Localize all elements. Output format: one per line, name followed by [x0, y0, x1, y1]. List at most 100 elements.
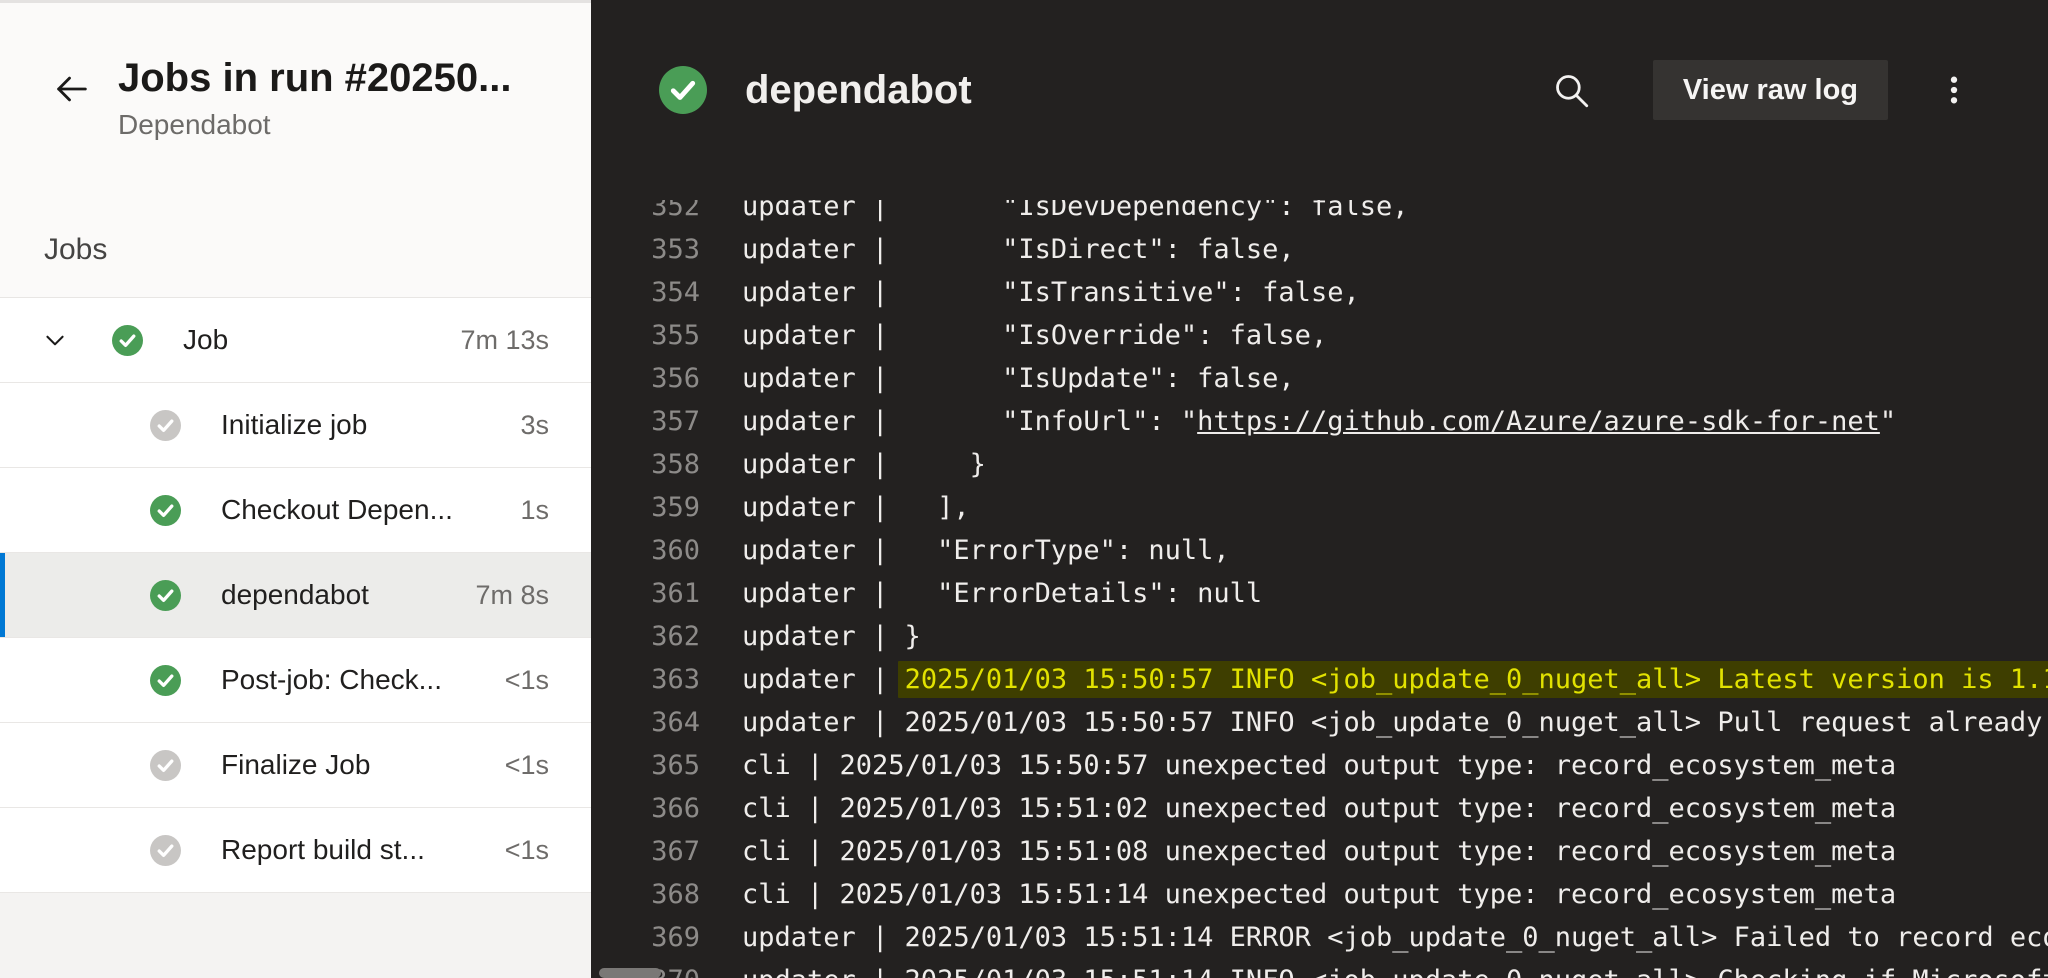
log-line: 364 updater | 2025/01/03 15:50:57 INFO <…: [591, 701, 2048, 744]
log-text: updater | 2025/01/03 15:51:14 INFO <job_…: [742, 959, 2048, 978]
log-text: updater | }: [742, 621, 921, 652]
status-success-icon: [150, 579, 181, 611]
line-number[interactable]: 352: [591, 200, 700, 228]
search-highlight: 2025/01/03 15:50:57 INFO <job_update_0_n…: [897, 661, 2048, 698]
log-link[interactable]: https://github.com/Azure/azure-sdk-for-n…: [1197, 406, 1880, 437]
back-arrow-icon: [52, 69, 92, 109]
log-text: updater | 2025/01/03 15:50:57 INFO <job_…: [742, 658, 2048, 701]
line-number[interactable]: 354: [591, 271, 700, 314]
log-line: 357 updater | "InfoUrl": "https://github…: [591, 400, 2048, 443]
log-line: 354 updater | "IsTransitive": false,: [591, 271, 2048, 314]
step-label: Job: [183, 324, 229, 355]
line-number[interactable]: 363: [591, 658, 700, 701]
step-label: Finalize Job: [221, 749, 371, 780]
log-text: updater | "InfoUrl": "https://github.com…: [742, 406, 1897, 437]
run-title: Jobs in run #20250...: [118, 56, 512, 100]
log-line: 352 updater | "IsDevDependency": false,: [591, 200, 2048, 228]
sidebar-item-checkout-depen[interactable]: Checkout Depen... 1s: [0, 468, 591, 553]
search-button[interactable]: [1547, 66, 1595, 114]
log-line: 365 cli | 2025/01/03 15:50:57 unexpected…: [591, 744, 2048, 787]
more-actions-button[interactable]: [1930, 66, 1978, 114]
status-success-icon: [150, 494, 181, 526]
status-neutral-icon: [150, 749, 181, 781]
log-line: 355 updater | "IsOverride": false,: [591, 314, 2048, 357]
line-number[interactable]: 360: [591, 529, 700, 572]
log-line: 362 updater | }: [591, 615, 2048, 658]
job-step-list: Job 7m 13s Initialize job 3s Checkout De…: [0, 298, 591, 893]
step-label: Initialize job: [221, 409, 368, 440]
line-number[interactable]: 358: [591, 443, 700, 486]
line-number[interactable]: 359: [591, 486, 700, 529]
kebab-menu-icon: [1935, 71, 1973, 109]
back-button[interactable]: [50, 67, 94, 111]
line-number[interactable]: 367: [591, 830, 700, 873]
log-text: updater | "IsDevDependency": false,: [742, 200, 1409, 222]
status-success-icon: [150, 664, 181, 696]
log-text: updater | 2025/01/03 15:51:14 ERROR <job…: [742, 922, 2048, 953]
log-text: updater | }: [742, 449, 986, 480]
log-text: cli | 2025/01/03 15:51:02 unexpected out…: [742, 793, 1897, 824]
log-line: 370 updater | 2025/01/03 15:51:14 INFO <…: [591, 959, 2048, 978]
step-duration: 1s: [520, 494, 549, 525]
step-duration: <1s: [504, 834, 549, 865]
step-label: Checkout Depen...: [221, 494, 453, 525]
line-number[interactable]: 369: [591, 916, 700, 959]
status-neutral-icon: [150, 409, 181, 441]
view-raw-log-button[interactable]: View raw log: [1652, 60, 1888, 120]
log-line: 369 updater | 2025/01/03 15:51:14 ERROR …: [591, 916, 2048, 959]
line-number[interactable]: 362: [591, 615, 700, 658]
step-label: Report build st...: [221, 834, 425, 865]
log-line: 363 updater | 2025/01/03 15:50:57 INFO <…: [591, 658, 2048, 701]
log-line: 361 updater | "ErrorDetails": null: [591, 572, 2048, 615]
chevron-down-icon[interactable]: [42, 327, 68, 353]
search-icon: [1550, 69, 1592, 111]
log-text: updater | "ErrorDetails": null: [742, 578, 1263, 609]
log-text: updater | "ErrorType": null,: [742, 535, 1230, 566]
log-line: 356 updater | "IsUpdate": false,: [591, 357, 2048, 400]
sidebar-item-report-build-st[interactable]: Report build st... <1s: [0, 808, 591, 893]
status-neutral-icon: [150, 834, 181, 866]
step-label: dependabot: [221, 579, 369, 610]
step-duration: 7m 8s: [475, 579, 549, 610]
log-lines: 352 updater | "IsDevDependency": false, …: [591, 200, 2048, 978]
line-number[interactable]: 368: [591, 873, 700, 916]
sidebar-item-job[interactable]: Job 7m 13s: [0, 298, 591, 383]
line-number[interactable]: 365: [591, 744, 700, 787]
sidebar-item-initialize-job[interactable]: Initialize job 3s: [0, 383, 591, 468]
log-panel-header: dependabot View raw log: [591, 0, 2048, 170]
line-number[interactable]: 356: [591, 357, 700, 400]
log-text: updater | "IsDirect": false,: [742, 234, 1295, 265]
log-text: cli | 2025/01/03 15:51:08 unexpected out…: [742, 836, 1897, 867]
line-number[interactable]: 364: [591, 701, 700, 744]
step-duration: <1s: [504, 664, 549, 695]
sidebar-item-finalize-job[interactable]: Finalize Job <1s: [0, 723, 591, 808]
line-number[interactable]: 366: [591, 787, 700, 830]
line-number[interactable]: 353: [591, 228, 700, 271]
run-subtitle: Dependabot: [118, 109, 271, 140]
log-line: 360 updater | "ErrorType": null,: [591, 529, 2048, 572]
log-line: 353 updater | "IsDirect": false,: [591, 228, 2048, 271]
log-text: cli | 2025/01/03 15:51:14 unexpected out…: [742, 879, 1897, 910]
step-duration: 7m 13s: [460, 324, 549, 355]
line-number[interactable]: 357: [591, 400, 700, 443]
sidebar-filler: [0, 893, 591, 978]
jobs-sidebar: Jobs in run #20250... Dependabot Jobs Jo…: [0, 0, 591, 978]
log-panel: dependabot View raw log 352 updater | "I…: [591, 0, 2048, 978]
log-text: updater | "IsOverride": false,: [742, 320, 1328, 351]
log-line: 358 updater | }: [591, 443, 2048, 486]
log-line: 368 cli | 2025/01/03 15:51:14 unexpected…: [591, 873, 2048, 916]
status-success-icon: [112, 324, 143, 356]
step-label: Post-job: Check...: [221, 664, 442, 695]
step-duration: <1s: [504, 749, 549, 780]
horizontal-scrollbar-thumb[interactable]: [599, 968, 661, 978]
line-number[interactable]: 355: [591, 314, 700, 357]
sidebar-item-post-job-check[interactable]: Post-job: Check... <1s: [0, 638, 591, 723]
sidebar-header: Jobs in run #20250... Dependabot Jobs: [0, 3, 591, 298]
log-text: updater | "IsUpdate": false,: [742, 363, 1295, 394]
status-success-icon: [659, 66, 707, 114]
log-line: 367 cli | 2025/01/03 15:51:08 unexpected…: [591, 830, 2048, 873]
step-duration: 3s: [520, 409, 549, 440]
sidebar-item-dependabot[interactable]: dependabot 7m 8s: [0, 553, 591, 638]
line-number[interactable]: 361: [591, 572, 700, 615]
jobs-section-label: Jobs: [44, 233, 108, 266]
